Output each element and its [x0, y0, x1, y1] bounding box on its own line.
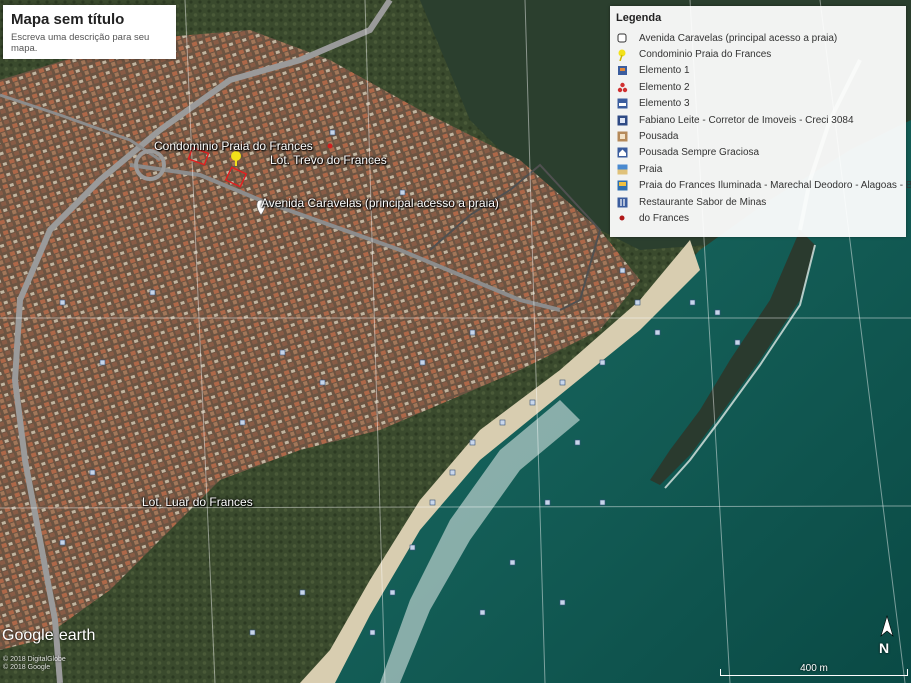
bed-icon: [616, 98, 628, 110]
map-label-trevo[interactable]: Lot. Trevo do Frances: [270, 153, 387, 167]
legend-item-label: do Frances: [639, 212, 690, 224]
office-icon: [616, 114, 628, 126]
white-square-icon: [616, 32, 628, 44]
legend-item[interactable]: Elemento 2: [616, 79, 900, 95]
legend-item[interactable]: Praia: [616, 161, 900, 177]
scale-bar: 400 m: [720, 663, 908, 678]
legend-item-label: Fabiano Leite - Corretor de Imoveis - Cr…: [639, 114, 854, 126]
legend-item[interactable]: Restaurante Sabor de Minas: [616, 194, 900, 210]
map-label-condominio[interactable]: Condominio Praia do Frances: [154, 139, 313, 153]
map-description[interactable]: Escreva uma descrição para seu mapa.: [11, 32, 168, 54]
legend-item[interactable]: Praia do Frances Iluminada - Marechal De…: [616, 178, 911, 194]
copyright-google: © 2018 Google: [3, 664, 51, 671]
red-dot-icon: [616, 212, 628, 224]
legend-item-label: Condominio Praia do Frances: [639, 49, 772, 61]
legend-item[interactable]: Fabiano Leite - Corretor de Imoveis - Cr…: [616, 112, 900, 128]
map-title-box: Mapa sem título Escreva uma descrição pa…: [3, 5, 176, 59]
restaurant-icon: [616, 196, 628, 208]
legend-item[interactable]: Avenida Caravelas (principal acesso a pr…: [616, 30, 900, 46]
map-label-avenida[interactable]: Avenida Caravelas (principal acesso a pr…: [261, 196, 499, 210]
earth-logo-text: earth: [58, 627, 96, 644]
legend-item-label: Praia: [639, 163, 663, 175]
legend-item[interactable]: Elemento 1: [616, 63, 900, 79]
legend-item-label: Elemento 2: [639, 81, 690, 93]
legend-item-label: Pousada Sempre Graciosa: [639, 147, 760, 159]
google-earth-logo: Google earth: [2, 624, 95, 646]
legend-item-label: Avenida Caravelas (principal acesso a pr…: [639, 32, 838, 44]
legend-item-label: Elemento 1: [639, 65, 690, 77]
legend-item-label: Elemento 3: [639, 98, 690, 110]
map-title[interactable]: Mapa sem título: [11, 11, 168, 28]
beach-icon: [616, 163, 628, 175]
legend-title: Legenda: [616, 12, 662, 24]
frances-dot[interactable]: [327, 143, 333, 149]
lodge-icon: [616, 147, 628, 159]
north-arrow[interactable]: N: [876, 614, 898, 658]
map-label-luar[interactable]: Lot. Luar do Frances: [142, 495, 253, 509]
google-logo-text: Google: [2, 627, 54, 644]
photo-icon: [616, 180, 628, 192]
building-icon: [616, 65, 628, 77]
north-label: N: [879, 640, 890, 656]
legend-item-label: Pousada: [639, 131, 679, 143]
legend-item[interactable]: Elemento 3: [616, 96, 900, 112]
copyright-text: © 2018 DigitalGlobe © 2018 Google: [3, 656, 66, 672]
scale-bar-line: [720, 669, 908, 676]
yellow-pin-icon: [616, 49, 628, 61]
legend-item[interactable]: Pousada Sempre Graciosa: [616, 145, 900, 161]
house-icon: [616, 131, 628, 143]
legend-panel: Legenda Avenida Caravelas (principal ace…: [610, 6, 911, 237]
legend-item[interactable]: do Frances: [616, 210, 900, 226]
red-dots-icon: [616, 81, 628, 93]
legend-item-label: Praia do Frances Iluminada - Marechal De…: [639, 180, 911, 192]
legend-item[interactable]: Condominio Praia do Frances: [616, 46, 900, 62]
legend-item[interactable]: Pousada: [616, 128, 900, 144]
north-arrow-icon: [880, 614, 894, 637]
copyright-digitalglobe: © 2018 DigitalGlobe: [3, 656, 66, 663]
legend-item-label: Restaurante Sabor de Minas: [639, 196, 767, 208]
